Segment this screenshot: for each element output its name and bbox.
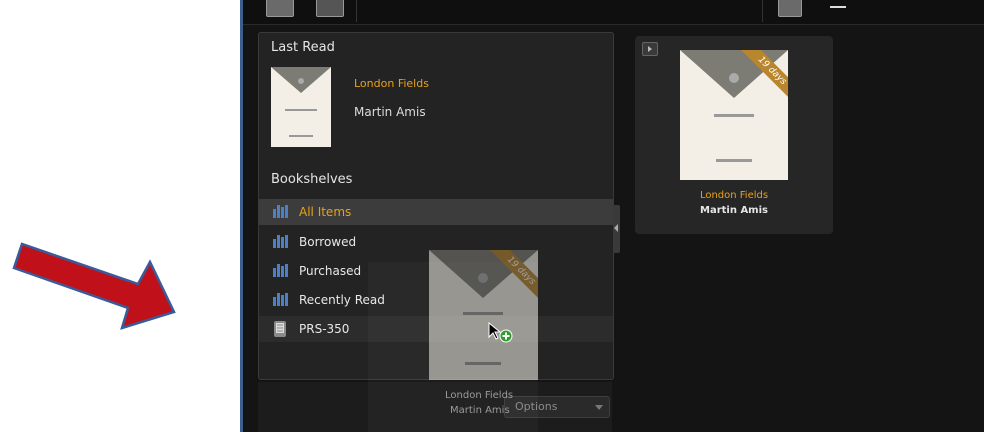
list-view-button[interactable] xyxy=(316,0,344,17)
bookshelf-icon xyxy=(273,264,288,277)
shelf-label: Borrowed xyxy=(299,235,357,249)
window-left-edge xyxy=(240,0,243,432)
last-read-book-cover[interactable] xyxy=(271,67,331,147)
book-cover[interactable]: 19 days xyxy=(680,50,788,180)
collapse-sidebar-handle[interactable] xyxy=(613,205,620,253)
sort-button[interactable] xyxy=(778,0,802,17)
toolbar-divider xyxy=(356,0,357,22)
bookshelves-heading: Bookshelves xyxy=(271,172,353,187)
book-tile[interactable]: 19 days London Fields Martin Amis xyxy=(635,36,833,234)
dragged-book-cover[interactable]: 19 days xyxy=(429,250,538,380)
shelf-label: All Items xyxy=(299,205,352,219)
annotation-arrow-icon xyxy=(12,242,176,330)
bookshelf-icon xyxy=(273,293,288,306)
shelf-all-items[interactable]: All Items xyxy=(259,199,613,225)
cover-art-icon xyxy=(271,67,331,93)
drag-copy-cursor-icon xyxy=(488,322,513,343)
book-title[interactable]: London Fields xyxy=(635,190,833,201)
toolbar xyxy=(240,0,984,25)
last-read-author: Martin Amis xyxy=(354,105,426,119)
reader-app-window: Last Read London Fields Martin Amis Book… xyxy=(240,0,984,432)
last-read-heading: Last Read xyxy=(271,40,335,55)
toolbar-divider xyxy=(762,0,763,22)
dragged-book-title: London Fields xyxy=(445,390,514,401)
last-read-title[interactable]: London Fields xyxy=(354,77,429,90)
device-label: PRS-350 xyxy=(299,322,350,336)
chevron-down-icon xyxy=(595,405,603,410)
dragged-book-author: Martin Amis xyxy=(450,405,510,416)
bookshelf-icon xyxy=(273,205,288,218)
ereader-device-icon xyxy=(274,321,286,337)
book-author: Martin Amis xyxy=(700,205,768,216)
play-icon[interactable] xyxy=(642,42,658,56)
bookshelf-icon xyxy=(273,235,288,248)
grid-view-button[interactable] xyxy=(266,0,294,17)
search-field-edge[interactable] xyxy=(830,6,846,8)
shelf-label: Purchased xyxy=(299,264,362,278)
